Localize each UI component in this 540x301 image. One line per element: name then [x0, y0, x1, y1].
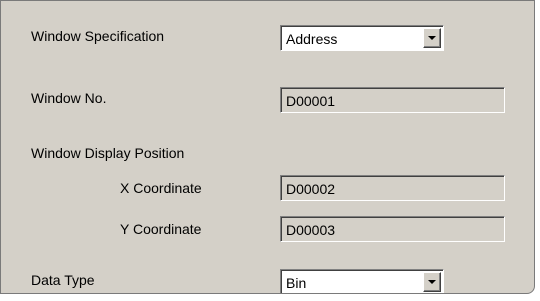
data-type-value: Bin — [286, 275, 307, 291]
y-coordinate-label: Y Coordinate — [120, 221, 202, 237]
window-specification-label: Window Specification — [31, 28, 165, 44]
data-type-dropdown[interactable]: Bin — [280, 269, 444, 293]
data-type-label: Data Type — [31, 272, 95, 288]
data-type-dropdown-button[interactable] — [423, 272, 441, 292]
settings-panel: Window Specification Address Window No. … — [0, 0, 535, 294]
window-specification-dropdown[interactable]: Address — [280, 25, 444, 51]
chevron-down-icon — [428, 36, 436, 40]
y-coordinate-field[interactable]: D00003 — [280, 216, 505, 242]
x-coordinate-label: X Coordinate — [120, 180, 202, 196]
x-coordinate-value: D00002 — [286, 181, 336, 197]
chevron-down-icon — [428, 280, 436, 284]
window-no-field[interactable]: D00001 — [280, 87, 505, 113]
window-display-position-label: Window Display Position — [31, 145, 185, 161]
window-specification-value: Address — [286, 31, 338, 47]
window-specification-dropdown-button[interactable] — [423, 28, 441, 48]
y-coordinate-value: D00003 — [286, 222, 336, 238]
window-no-label: Window No. — [31, 90, 107, 106]
window-no-value: D00001 — [286, 93, 336, 109]
x-coordinate-field[interactable]: D00002 — [280, 175, 505, 201]
